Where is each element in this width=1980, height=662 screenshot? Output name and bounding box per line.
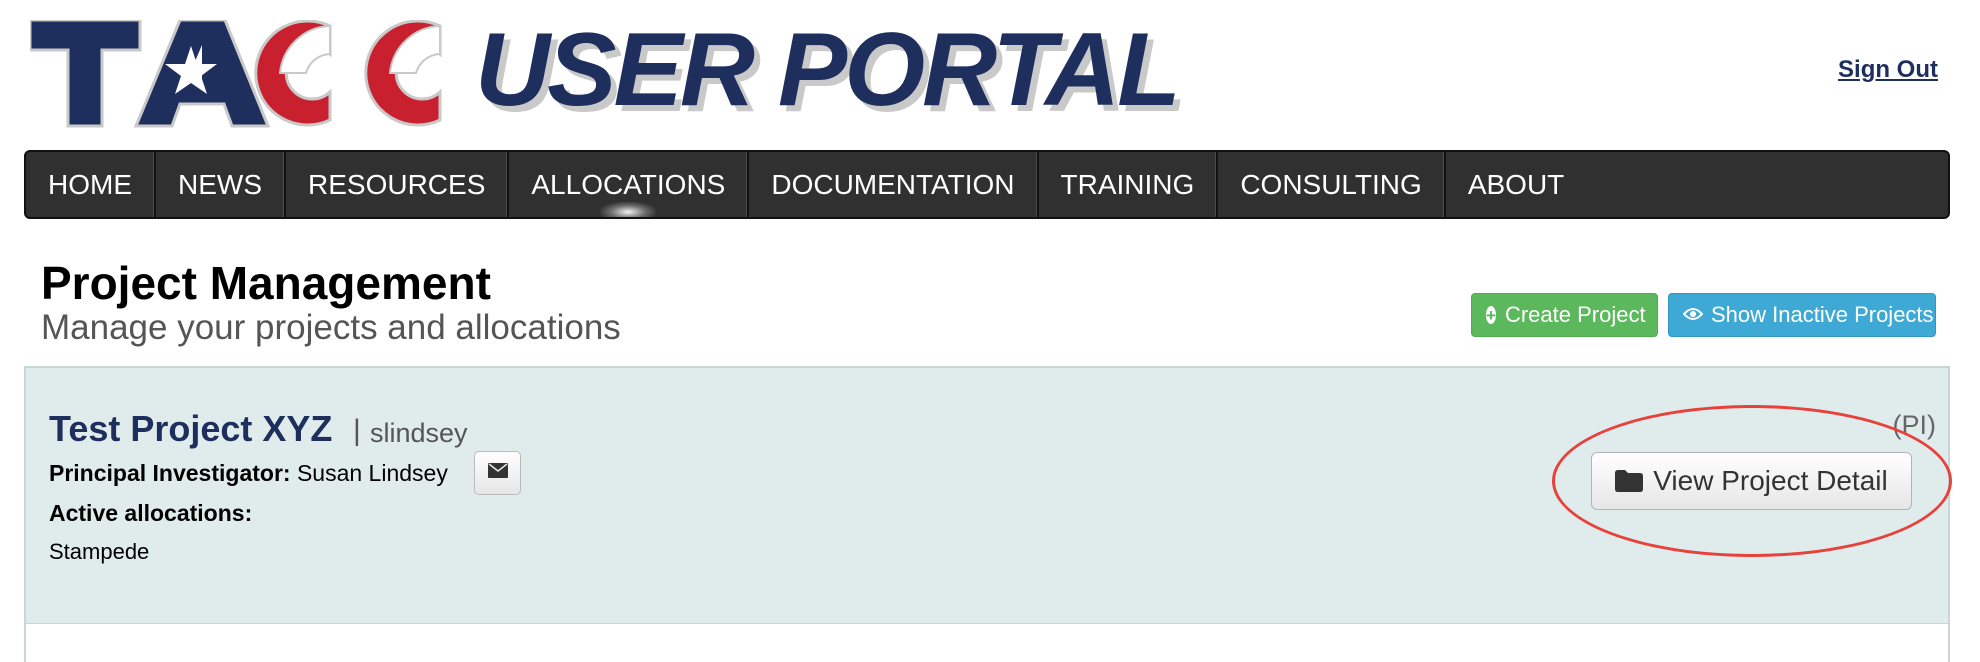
role-tag: (PI) <box>1892 410 1937 440</box>
page-subtitle: Manage your projects and allocations <box>41 308 621 347</box>
envelope-icon <box>487 463 508 483</box>
nav-item-resources[interactable]: RESOURCES <box>286 152 510 217</box>
nav-item-about[interactable]: ABOUT <box>1446 152 1586 217</box>
show-inactive-projects-button[interactable]: Show Inactive Projects <box>1668 293 1936 337</box>
folder-icon <box>1615 470 1644 492</box>
project-name: Test Project XYZ <box>49 408 333 449</box>
nav-item-documentation[interactable]: DOCUMENTATION <box>749 152 1039 217</box>
view-project-detail-label: View Project Detail <box>1653 465 1888 496</box>
plus-circle-icon: + <box>1486 305 1496 325</box>
active-allocations-label: Active allocations: <box>49 500 253 526</box>
sign-out-link[interactable]: Sign Out <box>1838 56 1938 84</box>
pi-row: Principal Investigator: Susan Lindsey <box>49 460 448 487</box>
nav-item-allocations[interactable]: ALLOCATIONS <box>509 152 750 217</box>
page-title: Project Management <box>41 257 491 309</box>
nav-item-training[interactable]: TRAINING <box>1039 152 1219 217</box>
nav-item-news[interactable]: NEWS <box>156 152 286 217</box>
email-pi-button[interactable] <box>474 451 521 495</box>
allocation-item: Stampede <box>49 539 150 564</box>
create-project-label: Create Project <box>1504 302 1646 327</box>
pi-name: Susan Lindsey <box>296 460 448 486</box>
view-project-detail-button[interactable]: View Project Detail <box>1591 452 1912 510</box>
project-username: slindsey <box>370 418 468 448</box>
portal-title: USER PORTAL <box>475 12 1181 128</box>
main-navbar: HOME NEWS RESOURCES ALLOCATIONS DOCUMENT… <box>24 150 1950 219</box>
project-separator: | <box>353 414 361 447</box>
tacc-logo <box>30 18 460 130</box>
eye-icon <box>1682 305 1704 325</box>
nav-item-consulting[interactable]: CONSULTING <box>1218 152 1446 217</box>
pi-label: Principal Investigator: <box>49 460 291 486</box>
tacc-logo-mark <box>30 20 460 130</box>
nav-item-home[interactable]: HOME <box>26 152 156 217</box>
create-project-button[interactable]: + Create Project <box>1471 293 1658 337</box>
show-inactive-projects-label: Show Inactive Projects <box>1711 302 1934 327</box>
project-panel-footer <box>24 624 1950 662</box>
